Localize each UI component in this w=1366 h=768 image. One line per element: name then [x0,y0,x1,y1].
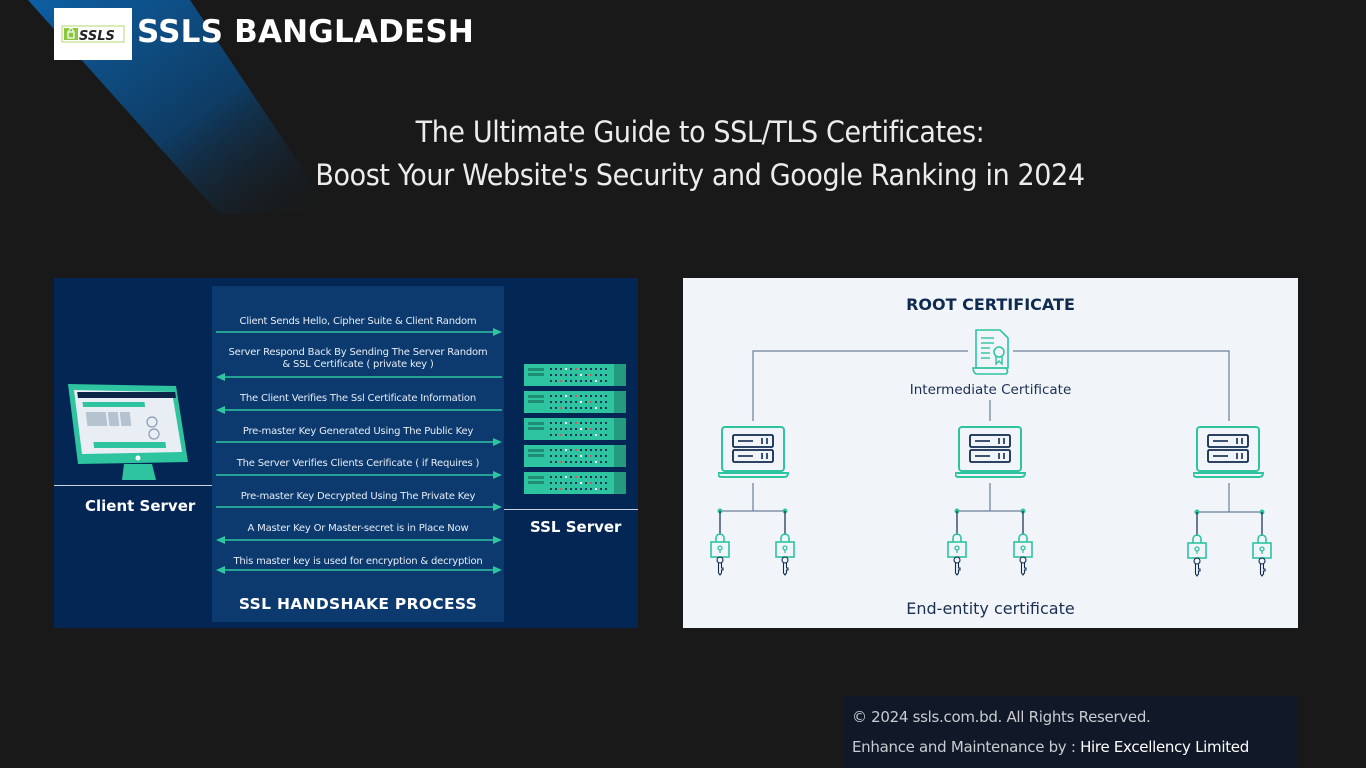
server-divider [504,509,638,510]
step-3-text: The Client Verifies The Ssl Certificate … [240,393,476,404]
step-6-text: Pre-master Key Decrypted Using The Priva… [240,491,476,502]
client-divider [54,485,212,486]
arrow-both-icon [216,536,502,544]
headline-line-2: Boost Your Website's Security and Google… [315,158,1085,192]
maintainer-link[interactable]: Hire Excellency Limited [1080,738,1249,756]
maintenance-prefix: Enhance and Maintenance by : [852,738,1081,756]
arrow-left-icon [216,373,502,381]
handshake-steps-panel: Client Sends Hello, Cipher Suite & Clien… [212,286,504,622]
arrow-right-icon [216,328,502,336]
arrow-left-icon [216,406,502,414]
ssl-handshake-diagram: Client Server Client Sends Hello, Cipher… [54,278,638,628]
step-2-text-line-1: Server Respond Back By Sending The Serve… [228,347,488,358]
arrow-both-icon [216,566,502,574]
step-4-text: Pre-master Key Generated Using The Publi… [242,426,474,437]
server-rack-icon [524,364,626,494]
step-7-text: A Master Key Or Master-secret is in Plac… [247,523,469,534]
arrow-right-icon [216,438,502,446]
arrow-right-icon [216,471,502,479]
svg-text:SSLS: SSLS [79,29,115,44]
client-server-label: Client Server [85,497,196,515]
maintenance-credit: Enhance and Maintenance by : Hire Excell… [852,737,1297,757]
step-5-text: The Server Verifies Clients Cerificate (… [236,458,480,469]
brand-name: SSLS BANGLADESH [137,14,475,50]
certificate-hierarchy-diagram: ROOT CERTIFICATE Intermediate Certificat… [683,278,1298,628]
logo[interactable]: SSLS [54,8,132,60]
arrow-right-icon [216,503,502,511]
headline-line-1: The Ultimate Guide to SSL/TLS Certificat… [415,115,985,149]
ssl-server-label: SSL Server [530,518,622,536]
step-2-text-line-2: & SSL Certificate ( private key ) [282,359,434,370]
padlock-key-icons [710,507,1272,577]
end-entity-certificate-label: End-entity certificate [906,599,1075,618]
footer: © 2024 ssls.com.bd. All Rights Reserved.… [843,696,1297,768]
ssls-logo-icon: SSLS [61,25,125,44]
client-monitor-icon [68,384,188,480]
step-1-text: Client Sends Hello, Cipher Suite & Clien… [239,316,477,327]
handshake-title: SSL HANDSHAKE PROCESS [238,595,478,613]
copyright-text: © 2024 ssls.com.bd. All Rights Reserved. [852,708,1151,726]
